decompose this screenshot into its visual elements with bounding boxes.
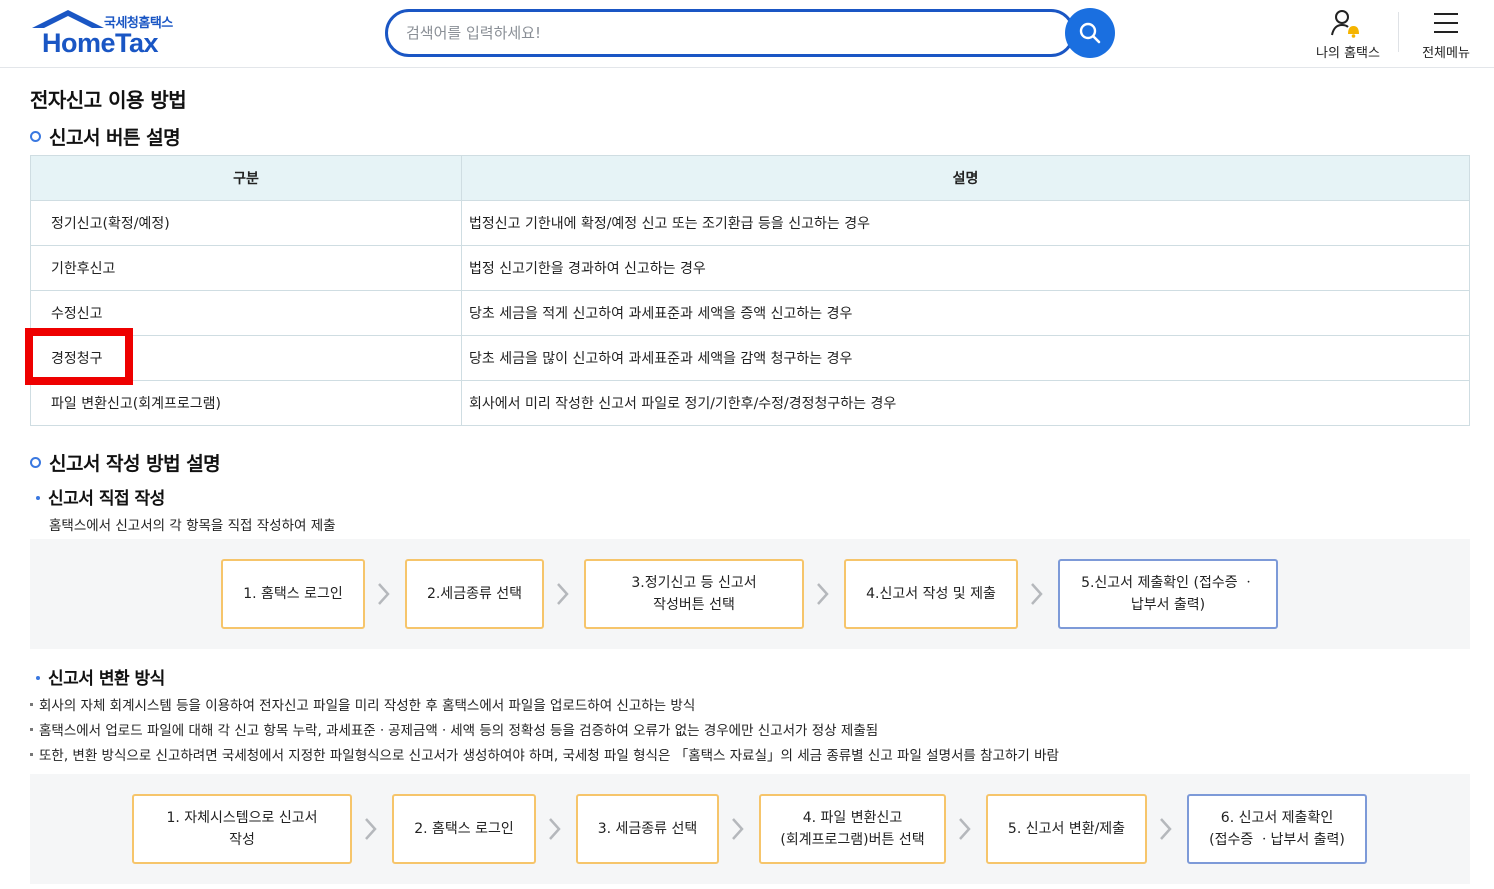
chevron-right-icon: [557, 583, 569, 605]
convert-bullet: 홈택스에서 업로드 파일에 대해 각 신고 항목 누락, 과세표준ㆍ공제금액ㆍ세…: [30, 719, 878, 739]
table-header-row: 구분 설명: [30, 155, 1470, 201]
flow-step: 1. 자체시스템으로 신고서 작성: [132, 794, 352, 864]
flow-step: 4.신고서 작성 및 제출: [844, 559, 1018, 629]
page-title: 전자신고 이용 방법: [30, 88, 187, 112]
flow-step: 2. 홈택스 로그인: [392, 794, 536, 864]
chevron-right-icon: [1031, 583, 1043, 605]
square-bullet-icon: [30, 703, 33, 706]
table-cell-type: 정기신고(확정/예정): [30, 200, 462, 246]
logo-big-text: HomeTax: [42, 28, 159, 58]
table-row: 파일 변환신고(회계프로그램) 회사에서 미리 작성한 신고서 파일로 정기/기…: [30, 380, 1470, 426]
table-row: 기한후신고 법정 신고기한을 경과하여 신고하는 경우: [30, 245, 1470, 291]
convert-bullet: 또한, 변환 방식으로 신고하려면 국세청에서 지정한 파일형식으로 신고서가 …: [30, 744, 1059, 764]
section-title-writing-method: 신고서 작성 방법 설명: [30, 449, 221, 476]
chevron-right-icon: [732, 818, 744, 840]
button-desc-table: 구분 설명 정기신고(확정/예정) 법정신고 기한내에 확정/예정 신고 또는 …: [30, 155, 1470, 426]
search-button[interactable]: [1065, 8, 1115, 58]
subsection-direct-title: 신고서 직접 작성: [36, 484, 165, 509]
search-input[interactable]: [406, 22, 1046, 44]
flow-step: 3. 세금종류 선택: [576, 794, 719, 864]
flow-step: 4. 파일 변환신고 (회계프로그램)버튼 선택: [759, 794, 946, 864]
table-row: 경정청구 당초 세금을 많이 신고하여 과세표준과 세액을 감액 청구하는 경우: [30, 335, 1470, 381]
dot-bullet-icon: [36, 496, 40, 500]
my-hometax-label: 나의 홈택스: [1316, 46, 1380, 61]
header: 국세청홈택스 HomeTax 나의 홈택스 전체메뉴: [0, 0, 1494, 68]
flow-step: 3.정기신고 등 신고서 작성버튼 선택: [584, 559, 804, 629]
chevron-right-icon: [365, 818, 377, 840]
convert-flow: 1. 자체시스템으로 신고서 작성 2. 홈택스 로그인 3. 세금종류 선택 …: [30, 774, 1470, 884]
section-title-button-desc: 신고서 버튼 설명: [30, 123, 181, 150]
chevron-right-icon: [1160, 818, 1172, 840]
table-cell-type: 파일 변환신고(회계프로그램): [30, 380, 462, 426]
highlight-box: [25, 328, 133, 385]
table-header-type: 구분: [30, 155, 462, 201]
square-bullet-icon: [30, 728, 33, 731]
flow-step-final: 5.신고서 제출확인 (접수증 ㆍ 납부서 출력): [1058, 559, 1278, 629]
flow-step: 5. 신고서 변환/제출: [986, 794, 1147, 864]
chevron-right-icon: [817, 583, 829, 605]
user-bell-icon: [1331, 10, 1359, 38]
flow-step: 1. 홈택스 로그인: [221, 559, 365, 629]
table-row: 정기신고(확정/예정) 법정신고 기한내에 확정/예정 신고 또는 조기환급 등…: [30, 200, 1470, 246]
table-row: 수정신고 당초 세금을 적게 신고하여 과세표준과 세액을 증액 신고하는 경우: [30, 290, 1470, 336]
flow-step: 2.세금종류 선택: [405, 559, 544, 629]
table-cell-desc: 당초 세금을 적게 신고하여 과세표준과 세액을 증액 신고하는 경우: [461, 290, 1470, 336]
subsection-title-text: 신고서 직접 작성: [48, 489, 165, 509]
convert-bullet: 회사의 자체 회계시스템 등을 이용하여 전자신고 파일을 미리 작성한 후 홈…: [30, 694, 695, 714]
all-menu-button[interactable]: 전체메뉴: [1408, 6, 1484, 62]
convert-bullet-text: 회사의 자체 회계시스템 등을 이용하여 전자신고 파일을 미리 작성한 후 홈…: [39, 698, 696, 714]
ring-bullet-icon: [30, 131, 41, 142]
section-title-text: 신고서 작성 방법 설명: [49, 453, 221, 475]
flow-step-final: 6. 신고서 제출확인 (접수증 ㆍ납부서 출력): [1187, 794, 1367, 864]
table-cell-desc: 회사에서 미리 작성한 신고서 파일로 정기/기한후/수정/경정청구하는 경우: [461, 380, 1470, 426]
search-box: [385, 9, 1075, 57]
table-cell-desc: 법정신고 기한내에 확정/예정 신고 또는 조기환급 등을 신고하는 경우: [461, 200, 1470, 246]
subsection-title-text: 신고서 변환 방식: [48, 669, 165, 689]
square-bullet-icon: [30, 753, 33, 756]
convert-bullet-text: 또한, 변환 방식으로 신고하려면 국세청에서 지정한 파일형식으로 신고서가 …: [39, 748, 1059, 764]
chevron-right-icon: [549, 818, 561, 840]
direct-flow: 1. 홈택스 로그인 2.세금종류 선택 3.정기신고 등 신고서 작성버튼 선…: [30, 539, 1470, 649]
ring-bullet-icon: [30, 457, 41, 468]
chevron-right-icon: [378, 583, 390, 605]
my-hometax-button[interactable]: 나의 홈택스: [1306, 6, 1390, 62]
table-cell-desc: 당초 세금을 많이 신고하여 과세표준과 세액을 감액 청구하는 경우: [461, 335, 1470, 381]
chevron-right-icon: [959, 818, 971, 840]
dot-bullet-icon: [36, 676, 40, 680]
convert-bullet-text: 홈택스에서 업로드 파일에 대해 각 신고 항목 누락, 과세표준ㆍ공제금액ㆍ세…: [39, 723, 879, 739]
all-menu-label: 전체메뉴: [1422, 46, 1470, 61]
table-header-desc: 설명: [461, 155, 1470, 201]
hometax-logo[interactable]: 국세청홈택스 HomeTax: [30, 8, 190, 60]
subsection-convert-title: 신고서 변환 방식: [36, 664, 165, 689]
header-divider: [1398, 12, 1399, 52]
search-icon: [1079, 22, 1101, 44]
table-cell-type: 기한후신고: [30, 245, 462, 291]
table-cell-desc: 법정 신고기한을 경과하여 신고하는 경우: [461, 245, 1470, 291]
subsection-direct-desc: 홈택스에서 신고서의 각 항목을 직접 작성하여 제출: [49, 518, 336, 534]
section-title-text: 신고서 버튼 설명: [49, 127, 181, 149]
hamburger-icon: [1434, 13, 1458, 33]
